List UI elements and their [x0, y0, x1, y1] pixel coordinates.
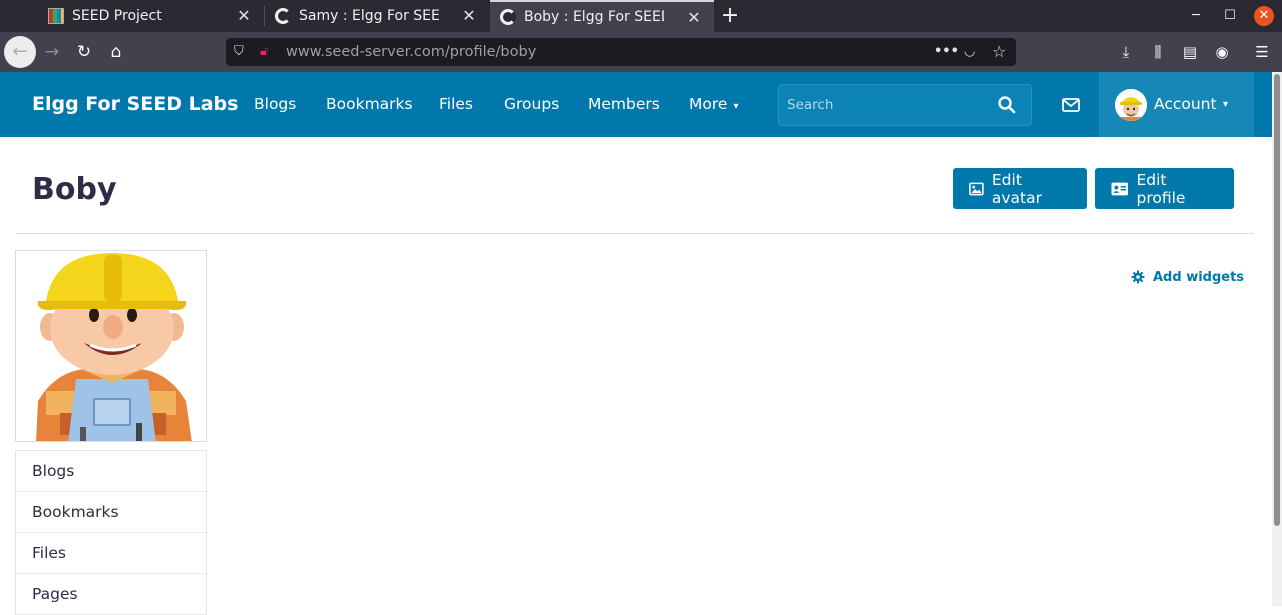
page-scrollbar[interactable]	[1272, 72, 1282, 606]
id-card-icon	[1111, 182, 1128, 195]
user-avatar-icon	[1115, 89, 1147, 121]
hamburger-menu-icon[interactable]: ☰	[1248, 38, 1276, 66]
back-arrow-icon[interactable]: ←	[4, 36, 36, 68]
envelope-icon[interactable]	[1058, 92, 1084, 118]
close-window-icon[interactable]: ✕	[1254, 6, 1274, 26]
menu-item-more[interactable]: More ▾	[689, 72, 738, 137]
reload-icon[interactable]: ↻	[70, 38, 98, 66]
edit-profile-button[interactable]: Edit profile	[1095, 168, 1234, 209]
search-box	[778, 84, 1032, 126]
elgg-favicon-icon	[500, 9, 516, 25]
browser-tab-samy[interactable]: Samy : Elgg For SEED Labs ✕	[265, 0, 489, 32]
edit-avatar-button[interactable]: Edit avatar	[953, 168, 1087, 209]
page-actions-icon[interactable]: •••	[934, 38, 959, 66]
add-widgets-label: Add widgets	[1153, 269, 1245, 285]
owner-menu-item-bookmarks[interactable]: Bookmarks	[16, 492, 206, 533]
search-input[interactable]	[787, 93, 987, 117]
close-tab-icon[interactable]: ✕	[234, 6, 254, 26]
gear-icon	[1131, 270, 1145, 284]
browser-tab-boby[interactable]: Boby : Elgg For SEED Labs ✕	[490, 0, 714, 32]
library-icon[interactable]: ⫼	[1144, 38, 1172, 66]
shield-icon[interactable]: ⛉	[234, 38, 244, 66]
elgg-favicon-icon	[275, 8, 291, 24]
chevron-down-icon: ▾	[733, 101, 739, 112]
tab-title: Samy : Elgg For SEED Labs	[299, 8, 439, 24]
url-bar[interactable]: ⛉ 🔓︎ www.seed-server.com/profile/boby ••…	[226, 38, 1016, 66]
seed-favicon-icon	[48, 8, 64, 24]
add-widgets-link[interactable]: Add widgets	[1131, 268, 1244, 286]
menu-item-files[interactable]: Files	[439, 72, 473, 137]
owner-menu-item-blogs[interactable]: Blogs	[16, 451, 206, 492]
owner-menu-item-files[interactable]: Files	[16, 533, 206, 574]
edit-profile-label: Edit profile	[1136, 170, 1186, 207]
pocket-icon[interactable]: ◡	[964, 38, 975, 66]
menu-item-blogs[interactable]: Blogs	[254, 72, 296, 137]
page-title: Boby	[32, 172, 117, 207]
menu-item-members[interactable]: Members	[588, 72, 660, 137]
bob-the-builder-avatar-image	[16, 251, 206, 441]
home-icon[interactable]: ⌂	[102, 38, 130, 66]
scrollbar-thumb[interactable]	[1274, 74, 1280, 526]
maximize-window-icon[interactable]: ☐	[1220, 6, 1240, 26]
account-menu[interactable]: Account ▾	[1099, 72, 1254, 137]
tab-title: Boby : Elgg For SEED Labs	[524, 9, 664, 25]
search-icon[interactable]	[997, 95, 1017, 115]
account-label: Account	[1154, 95, 1217, 113]
menu-item-bookmarks[interactable]: Bookmarks	[326, 72, 413, 137]
url-host: www.seed-server.com	[286, 44, 445, 60]
url-path: /profile/boby	[444, 44, 537, 60]
close-tab-icon[interactable]: ✕	[459, 6, 479, 26]
menu-item-more-label: More	[689, 95, 728, 113]
sidebar-icon[interactable]: ▤	[1176, 38, 1204, 66]
minimize-window-icon[interactable]: ─	[1186, 6, 1206, 26]
title-divider	[16, 233, 1254, 234]
image-icon	[969, 182, 984, 195]
profile-avatar[interactable]	[15, 250, 207, 442]
browser-tab-seed-project[interactable]: SEED Project ✕	[40, 0, 264, 32]
site-name-link[interactable]: Elgg For SEED Labs	[32, 72, 238, 137]
edit-avatar-label: Edit avatar	[991, 170, 1042, 207]
insecure-lock-icon[interactable]: 🔓︎	[260, 38, 268, 66]
owner-block-menu: Blogs Bookmarks Files Pages	[15, 450, 207, 615]
url-text[interactable]: www.seed-server.com/profile/boby	[286, 38, 536, 66]
site-header: Elgg For SEED Labs Blogs Bookmarks Files…	[0, 72, 1272, 137]
owner-menu-item-pages[interactable]: Pages	[16, 574, 206, 615]
account-circle-icon[interactable]: ◉	[1208, 38, 1236, 66]
downloads-icon[interactable]: ⤓	[1112, 38, 1140, 66]
tab-title: SEED Project	[72, 8, 162, 24]
menu-item-groups[interactable]: Groups	[504, 72, 559, 137]
bookmark-star-icon[interactable]: ☆	[992, 38, 1006, 66]
forward-arrow-icon[interactable]: →	[38, 38, 66, 66]
browser-tab-bar: SEED Project ✕ Samy : Elgg For SEED Labs…	[0, 0, 1282, 32]
close-tab-icon[interactable]: ✕	[684, 8, 704, 28]
chevron-down-icon: ▾	[1223, 99, 1229, 110]
new-tab-icon[interactable]: +	[718, 4, 742, 28]
